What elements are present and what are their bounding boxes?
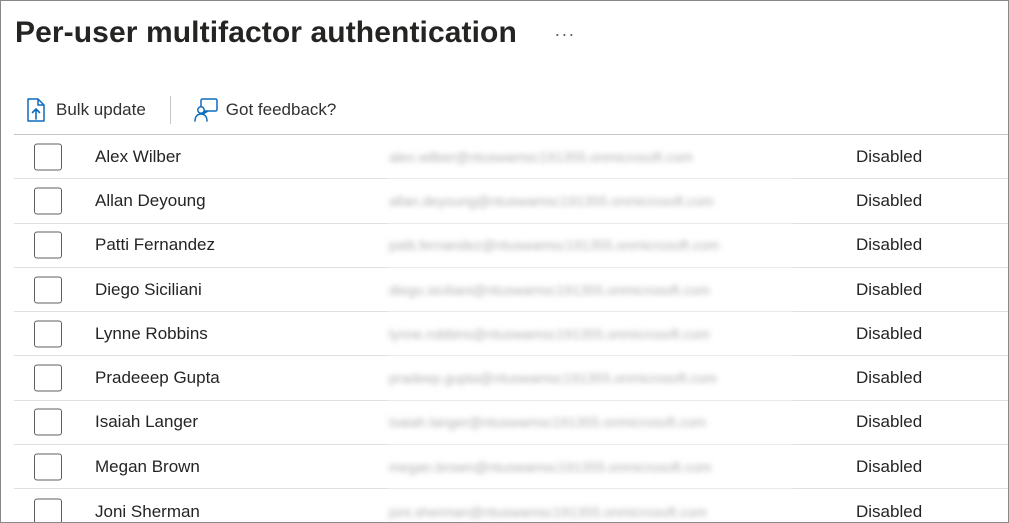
got-feedback-label: Got feedback? [225,100,337,119]
feedback-person-icon [193,97,219,123]
mfa-status: Disabled [856,368,923,388]
table-row[interactable]: Megan Brown megan.brown@ntuswamsc191355.o… [14,445,1008,490]
user-display-name: Pradeeep Gupta [95,368,220,388]
user-display-name: Megan Brown [95,456,200,476]
page-header: Per-user multifactor authentication ··· [15,11,579,55]
table-row[interactable]: Joni Sherman joni.sherman@ntuswamsc191355… [14,489,1008,522]
mfa-status: Disabled [856,146,923,166]
got-feedback-button[interactable]: Got feedback? [185,93,347,127]
command-bar: Bulk update Got feedback? [15,93,346,127]
mfa-status: Disabled [856,501,923,521]
row-checkbox[interactable] [34,498,62,522]
row-checkbox[interactable] [34,231,62,259]
user-display-name: Allan Deyoung [95,190,206,210]
mfa-status: Disabled [856,279,923,299]
table-row[interactable]: Lynne Robbins lynne.robbins@ntuswamsc1913… [14,312,1008,357]
user-email-redacted: diego.siciliani@ntuswamsc191355.onmicros… [389,281,710,298]
user-display-name: Lynne Robbins [95,323,208,343]
users-table: Alex Wilber alex.wilber@ntuswamsc191355.o… [14,134,1008,522]
user-display-name: Diego Siciliani [95,279,202,299]
table-row[interactable]: Patti Fernandez patti.fernandez@ntuswamsc… [14,224,1008,268]
user-display-name: Isaiah Langer [95,412,199,432]
row-checkbox[interactable] [34,320,62,348]
table-row[interactable]: Pradeeep Gupta pradeep.gupta@ntuswamsc191… [14,356,1008,401]
user-email-redacted: pradeep.gupta@ntuswamsc191355.onmicrosof… [389,370,717,387]
row-checkbox[interactable] [34,143,62,171]
row-checkbox[interactable] [34,276,62,304]
mfa-status: Disabled [856,412,923,432]
row-checkbox[interactable] [34,364,62,392]
mfa-status: Disabled [856,456,923,476]
user-display-name: Patti Fernandez [95,235,216,255]
page-title: Per-user multifactor authentication [15,16,517,49]
row-checkbox[interactable] [34,408,62,436]
user-display-name: Alex Wilber [95,146,181,166]
user-email-redacted: isaiah.langer@ntuswamsc191355.onmicrosof… [389,414,706,431]
mfa-page: Per-user multifactor authentication ··· … [0,0,1009,523]
more-options-icon[interactable]: ··· [551,20,579,48]
bulk-update-button[interactable]: Bulk update [15,93,156,127]
row-checkbox[interactable] [34,187,62,215]
row-checkbox[interactable] [34,453,62,481]
user-email-redacted: megan.brown@ntuswamsc191355.onmicrosoft.… [389,458,712,475]
mfa-status: Disabled [856,190,923,210]
user-email-redacted: alex.wilber@ntuswamsc191355.onmicrosoft.… [389,148,693,165]
table-row[interactable]: Alex Wilber alex.wilber@ntuswamsc191355.o… [14,135,1008,180]
user-email-redacted: patti.fernandez@ntuswamsc191355.onmicros… [389,237,720,254]
table-row[interactable]: Isaiah Langer isaiah.langer@ntuswamsc1913… [14,401,1008,446]
user-email-redacted: joni.sherman@ntuswamsc191355.onmicrosoft… [389,503,707,520]
user-email-redacted: allan.deyoung@ntuswamsc191355.onmicrosof… [389,192,714,209]
table-row[interactable]: Diego Siciliani diego.siciliani@ntuswamsc… [14,268,1008,313]
mfa-status: Disabled [856,235,923,255]
bulk-update-label: Bulk update [56,100,146,119]
table-row[interactable]: Allan Deyoung allan.deyoung@ntuswamsc1913… [14,179,1008,224]
mfa-status: Disabled [856,323,923,343]
bulk-update-icon [23,97,49,123]
user-email-redacted: lynne.robbins@ntuswamsc191355.onmicrosof… [389,325,710,342]
toolbar-divider [169,96,171,124]
user-display-name: Joni Sherman [95,501,200,521]
